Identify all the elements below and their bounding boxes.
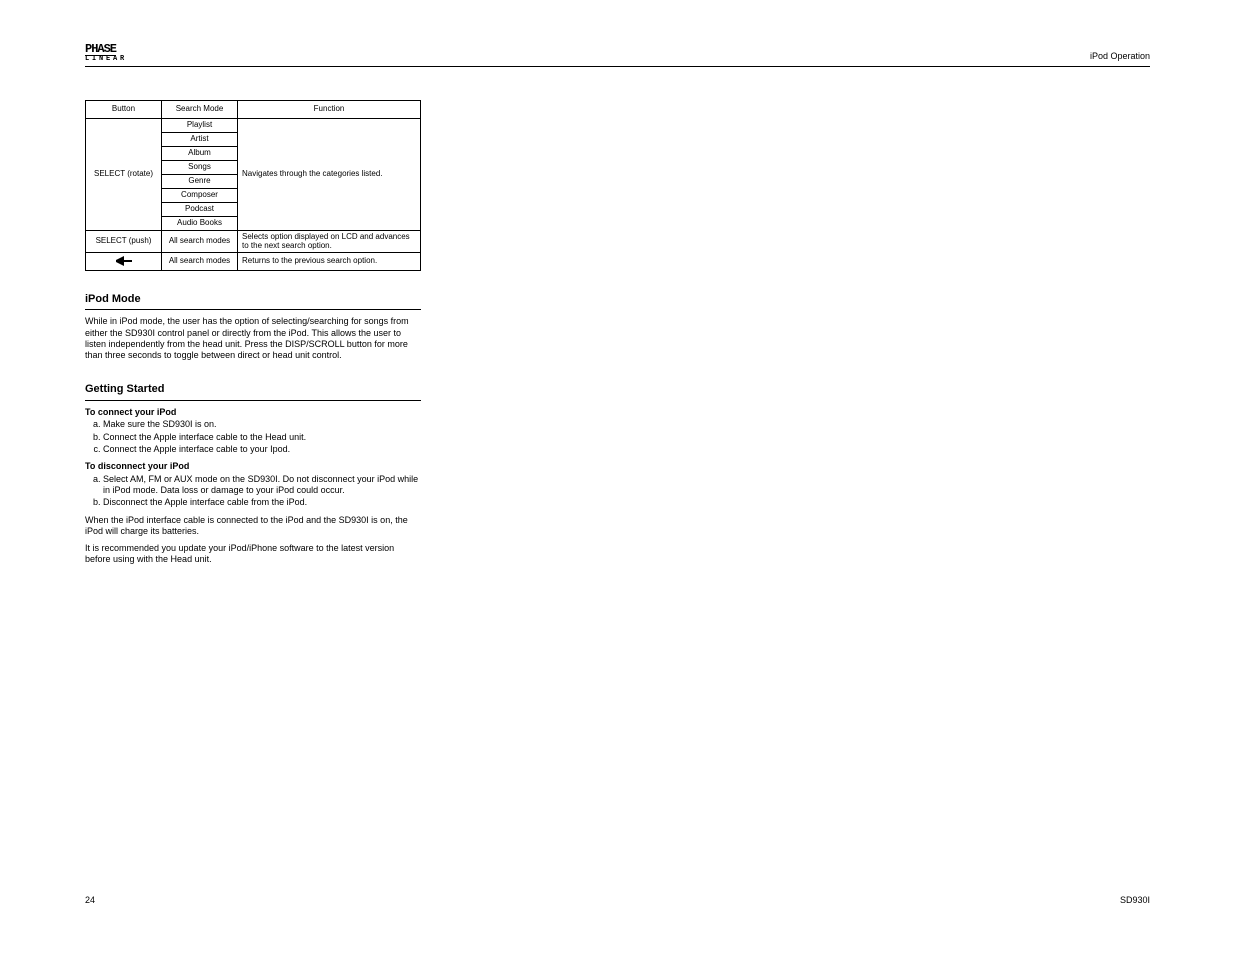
table-header-row: Button Search Mode Function xyxy=(86,101,421,119)
th-function: Function xyxy=(238,101,421,119)
cell-mode-songs: Songs xyxy=(162,160,238,174)
section-ipod-mode-title: iPod Mode xyxy=(85,293,421,310)
ipod-mode-body: While in iPod mode, the user has the opt… xyxy=(85,316,421,361)
model-number: SD930I xyxy=(1120,895,1150,906)
connect-steps-list: Make sure the SD930I is on. Connect the … xyxy=(85,419,421,455)
list-item: Make sure the SD930I is on. xyxy=(103,419,421,430)
charging-note: When the iPod interface cable is connect… xyxy=(85,515,421,538)
cell-mode-genre: Genre xyxy=(162,174,238,188)
brand-logo: PHASE LINEAR xyxy=(85,45,127,62)
page-section-title: iPod Operation xyxy=(1090,51,1150,62)
list-item: Disconnect the Apple interface cable fro… xyxy=(103,497,421,508)
logo-sub-text: LINEAR xyxy=(85,57,127,63)
connect-subhead: To connect your iPod xyxy=(85,407,421,418)
table-row: All search modes Returns to the previous… xyxy=(86,253,421,271)
cell-mode-all-1: All search modes xyxy=(162,230,238,253)
list-item: Select AM, FM or AUX mode on the SD930I.… xyxy=(103,474,421,497)
cell-mode-artist: Artist xyxy=(162,132,238,146)
cell-func-seek-back: Returns to the previous search option. xyxy=(238,253,421,271)
seek-back-icon xyxy=(116,256,132,269)
cell-mode-podcast: Podcast xyxy=(162,202,238,216)
th-button: Button xyxy=(86,101,162,119)
main-content-column: Button Search Mode Function SELECT (rota… xyxy=(85,100,421,572)
cell-func-select-push: Selects option displayed on LCD and adva… xyxy=(238,230,421,253)
disconnect-subhead: To disconnect your iPod xyxy=(85,461,421,472)
cell-mode-album: Album xyxy=(162,146,238,160)
page-number: 24 xyxy=(85,895,95,906)
version-note: It is recommended you update your iPod/i… xyxy=(85,543,421,566)
cell-mode-composer: Composer xyxy=(162,188,238,202)
cell-mode-all-2: All search modes xyxy=(162,253,238,271)
cell-button-select: SELECT (rotate) xyxy=(86,118,162,230)
page-header: PHASE LINEAR iPod Operation xyxy=(85,45,1150,67)
list-item: Connect the Apple interface cable to the… xyxy=(103,432,421,443)
th-mode: Search Mode xyxy=(162,101,238,119)
list-item: Connect the Apple interface cable to you… xyxy=(103,444,421,455)
section-getting-started-title: Getting Started xyxy=(85,383,421,400)
table-row: SELECT (push) All search modes Selects o… xyxy=(86,230,421,253)
cell-func-select: Navigates through the categories listed. xyxy=(238,118,421,230)
controls-table: Button Search Mode Function SELECT (rota… xyxy=(85,100,421,271)
cell-mode-audiobooks: Audio Books xyxy=(162,216,238,230)
table-row: SELECT (rotate) Playlist Navigates throu… xyxy=(86,118,421,132)
cell-button-seek-back xyxy=(86,253,162,271)
cell-mode-playlist: Playlist xyxy=(162,118,238,132)
logo-main-text: PHASE xyxy=(85,45,116,56)
disconnect-steps-list: Select AM, FM or AUX mode on the SD930I.… xyxy=(85,474,421,509)
cell-button-select-push: SELECT (push) xyxy=(86,230,162,253)
